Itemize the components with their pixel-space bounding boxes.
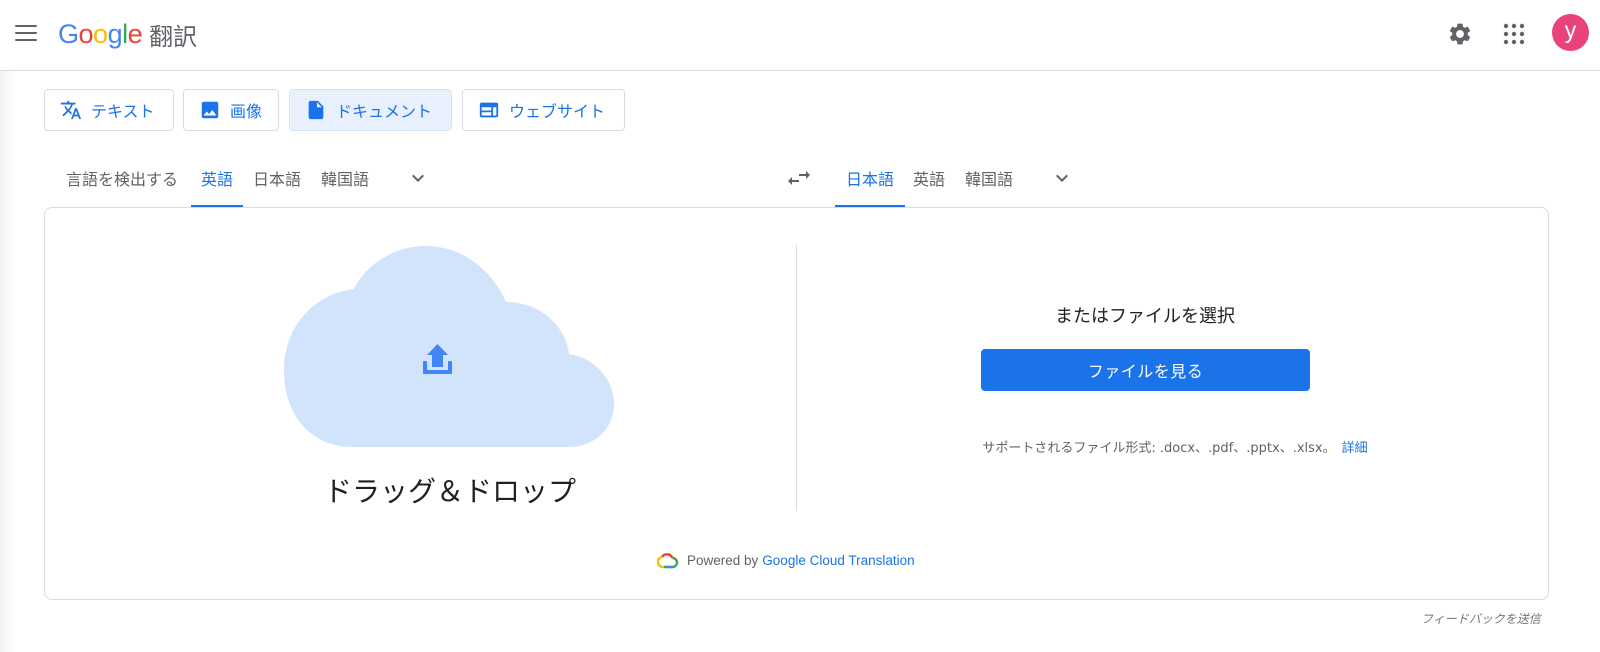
tab-websites-label: ウェブサイト xyxy=(509,102,606,121)
apps-icon xyxy=(1503,23,1525,45)
google-translate-logo[interactable]: Google 翻訳 xyxy=(58,14,197,54)
source-lang-detect[interactable]: 言語を検出する xyxy=(62,166,182,206)
details-link[interactable]: 詳細 xyxy=(1342,441,1368,456)
main-menu-button[interactable] xyxy=(12,20,40,48)
website-icon xyxy=(477,98,501,122)
source-lang-english[interactable]: 英語 xyxy=(191,166,243,206)
logo-letter: o xyxy=(78,18,94,49)
apps-button[interactable] xyxy=(1496,16,1532,52)
page-left-shade xyxy=(0,71,14,652)
product-name: 翻訳 xyxy=(149,22,198,51)
menu-icon-bar xyxy=(15,32,37,34)
powered-by-prefix: Powered by xyxy=(687,552,759,568)
image-icon xyxy=(198,98,222,122)
supported-formats: サポートされるファイル形式: .docx、.pdf、.pptx、.xlsx。 詳細 xyxy=(880,437,1470,456)
settings-icon xyxy=(1449,23,1471,45)
tab-images-label: 画像 xyxy=(230,102,263,121)
source-lang-more-chevron-down-icon[interactable] xyxy=(406,166,430,190)
target-lang-korean[interactable]: 韓国語 xyxy=(961,166,1017,206)
logo-letter: e xyxy=(127,18,143,49)
menu-icon-bar xyxy=(15,25,37,27)
tab-images[interactable]: 画像 xyxy=(183,89,279,131)
google-cloud-icon xyxy=(657,553,679,569)
document-icon xyxy=(304,98,328,122)
drag-and-drop-text: ドラッグ＆ドロップ xyxy=(323,475,576,508)
send-feedback-link[interactable]: フィードバックを送信 xyxy=(1421,610,1541,627)
logo-letter: o xyxy=(93,18,108,49)
tab-websites[interactable]: ウェブサイト xyxy=(462,89,625,131)
tab-text-label: テキスト xyxy=(91,102,155,121)
powered-by: Powered by Google Cloud Translation xyxy=(657,551,915,569)
source-lang-korean[interactable]: 韓国語 xyxy=(317,166,373,206)
upload-cloud-icon[interactable] xyxy=(282,244,615,447)
google-cloud-translation-link[interactable]: Google Cloud Translation xyxy=(762,553,914,568)
tab-documents[interactable]: ドキュメント xyxy=(289,89,452,131)
tab-documents-label: ドキュメント xyxy=(336,102,433,121)
target-lang-english[interactable]: 英語 xyxy=(909,166,949,206)
settings-button[interactable] xyxy=(1442,16,1478,52)
tab-text[interactable]: テキスト xyxy=(44,89,174,131)
target-lang-japanese[interactable]: 日本語 xyxy=(835,166,905,206)
account-avatar[interactable]: y xyxy=(1552,14,1589,51)
logo-letter: g xyxy=(107,18,123,49)
menu-icon-bar xyxy=(15,39,37,41)
supported-formats-text: サポートされるファイル形式: .docx、.pdf、.pptx、.xlsx。 xyxy=(982,441,1336,456)
choose-file-text: またはファイルを選択 xyxy=(1055,306,1235,327)
browse-files-button[interactable]: ファイルを見る xyxy=(981,349,1310,391)
translate-icon xyxy=(59,98,83,122)
card-divider xyxy=(796,245,797,511)
target-lang-more-chevron-down-icon[interactable] xyxy=(1050,166,1074,190)
swap-languages-icon[interactable] xyxy=(782,166,814,190)
source-lang-japanese[interactable]: 日本語 xyxy=(249,166,305,206)
logo-letter: G xyxy=(58,18,79,49)
google-wordmark: Google xyxy=(58,18,143,50)
app-header: Google 翻訳 y xyxy=(0,0,1600,71)
